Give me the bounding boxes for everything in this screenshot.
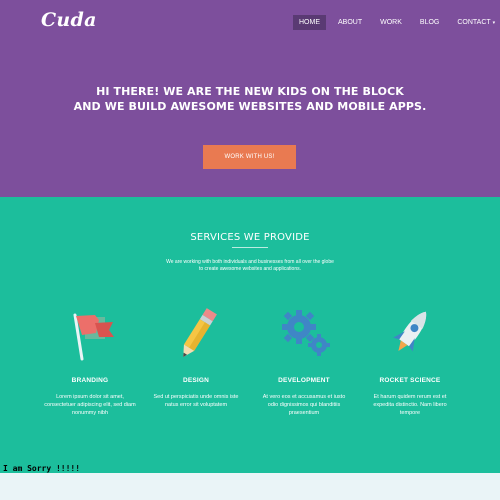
nav-contact[interactable]: CONTACT ▾ [451, 15, 500, 30]
hero-section: Cuda HOME ABOUT WORK BLOG CONTACT ▾ HI TH… [0, 0, 500, 197]
nav-about[interactable]: ABOUT [332, 15, 368, 30]
service-title: DESIGN [182, 377, 210, 384]
nav-blog[interactable]: BLOG [414, 15, 445, 30]
service-text: At vero eos et accusamus et iusto odio d… [262, 394, 346, 416]
service-card-design: DESIGN Sed ut perspiciatis unde omnis is… [146, 303, 246, 409]
pencil-icon [161, 303, 231, 363]
service-text: Et harum quidem rerum est et expedita di… [373, 394, 447, 416]
services-section: SERVICES WE PROVIDE We are working with … [0, 197, 500, 473]
service-title: DEVELOPMENT [278, 377, 330, 384]
hero-headline-line1: HI THERE! WE ARE THE NEW KIDS ON THE BLO… [96, 85, 404, 98]
nav-home[interactable]: HOME [293, 15, 326, 30]
chevron-down-icon: ▾ [492, 20, 496, 26]
service-card-development: DEVELOPMENT At vero eos et accusamus et … [254, 303, 354, 417]
service-card-rocket-science: ROCKET SCIENCE Et harum quidem rerum est… [360, 303, 460, 417]
service-title: BRANDING [71, 377, 109, 384]
gears-icon [269, 303, 339, 363]
nav-work[interactable]: WORK [374, 15, 408, 30]
hero-headline-line2: AND WE BUILD AWESOME WEBSITES AND MOBILE… [73, 100, 427, 113]
flag-icon [55, 303, 125, 363]
work-with-us-button[interactable]: WORK WITH US! [203, 145, 296, 169]
rocket-icon [375, 303, 445, 363]
hero-headline: HI THERE! WE ARE THE NEW KIDS ON THE BLO… [0, 84, 500, 114]
main-nav: HOME ABOUT WORK BLOG CONTACT ▾ [293, 15, 500, 30]
services-title: SERVICES WE PROVIDE [190, 232, 310, 243]
services-subtitle-line2: to create awesome websites and applicati… [198, 266, 301, 272]
service-text: Lorem ipsum dolor sit amet, consectetuer… [44, 394, 136, 416]
service-title: ROCKET SCIENCE [379, 377, 441, 384]
logo[interactable]: Cuda [41, 9, 97, 31]
service-card-branding: BRANDING Lorem ipsum dolor sit amet, con… [40, 303, 140, 417]
services-subtitle: We are working with both individuals and… [140, 259, 360, 273]
nav-contact-label: CONTACT [457, 19, 491, 26]
footer-note: I am Sorry !!!!! [3, 464, 81, 473]
title-divider [232, 247, 268, 248]
service-text: Sed ut perspiciatis unde omnis iste natu… [153, 394, 239, 408]
services-subtitle-line1: We are working with both individuals and… [166, 259, 334, 265]
